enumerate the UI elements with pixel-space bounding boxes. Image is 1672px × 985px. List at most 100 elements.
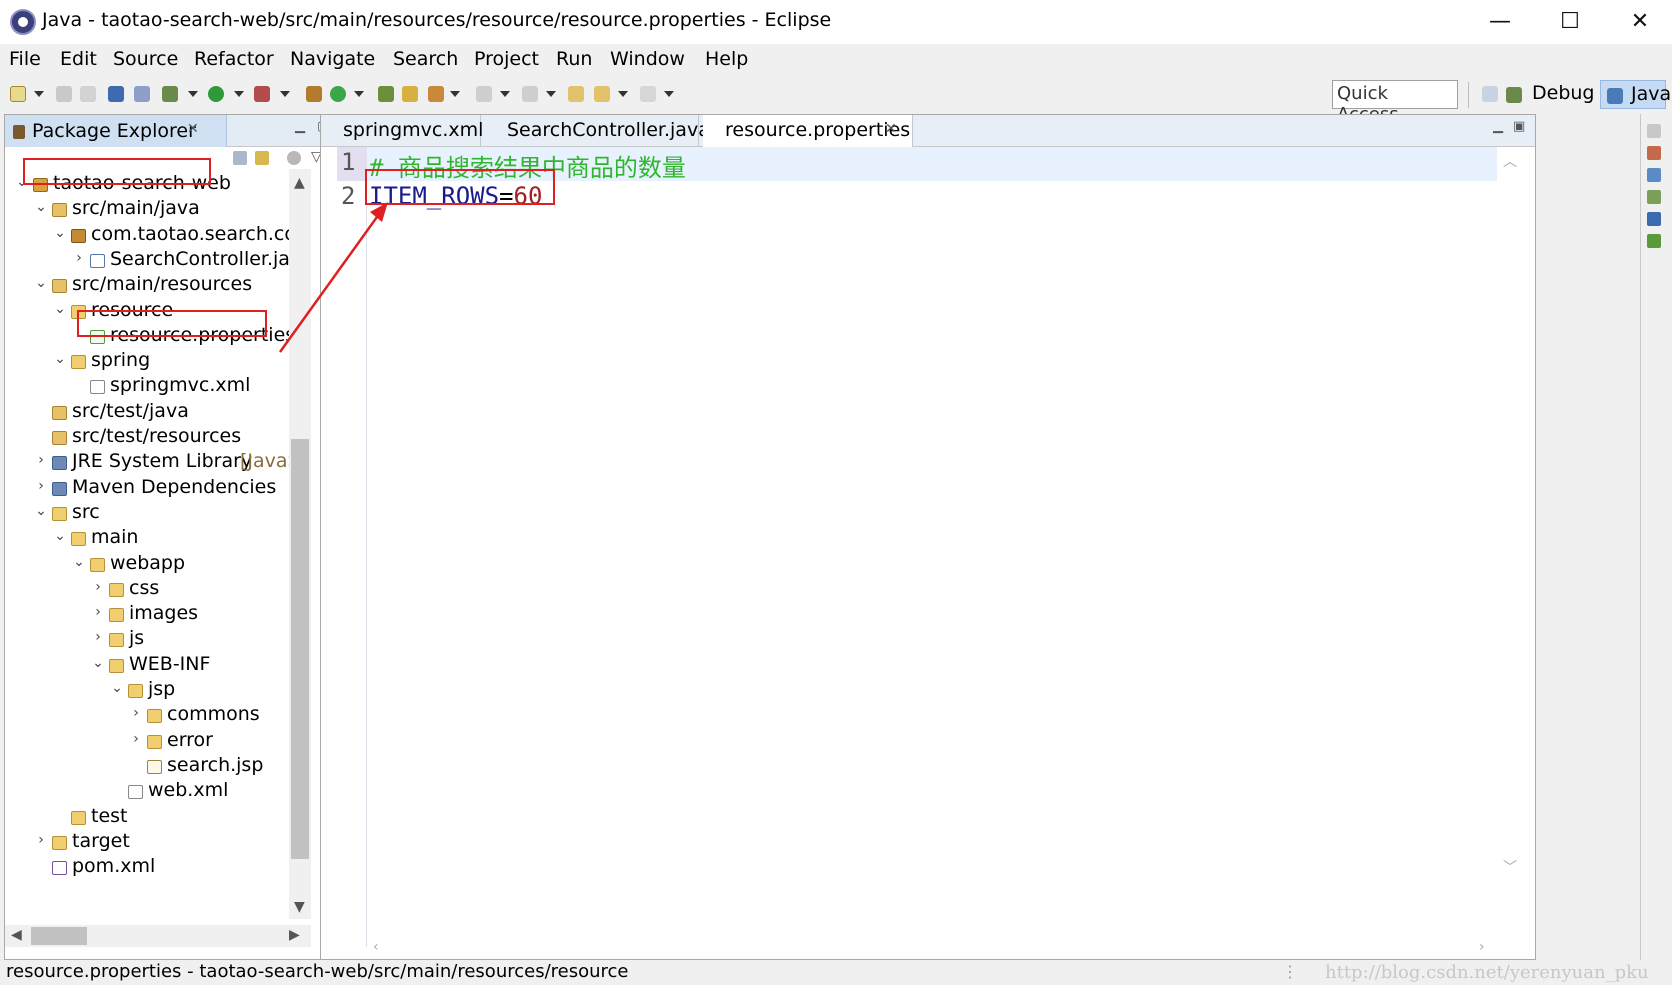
expanded-chevron-icon[interactable]: ⌄ <box>34 275 48 291</box>
forward-dropdown-icon[interactable] <box>664 91 674 97</box>
package-explorer-horizontal-scrollbar[interactable]: ◀ ▶ <box>5 925 311 947</box>
next-annotation-dropdown-icon[interactable] <box>500 91 510 97</box>
expanded-chevron-icon[interactable]: ⌄ <box>53 351 67 367</box>
tree-item[interactable]: ⌄ src/main/java <box>5 196 311 223</box>
back-dropdown-icon[interactable] <box>618 91 628 97</box>
expanded-chevron-icon[interactable]: ⌄ <box>53 528 67 544</box>
junit-icon[interactable] <box>1647 234 1661 248</box>
run-icon[interactable] <box>208 86 224 102</box>
task-list-icon[interactable] <box>1647 146 1661 160</box>
tree-item[interactable]: ⌄ spring <box>5 348 311 375</box>
tree-item[interactable]: ⌄ main <box>5 525 311 552</box>
search-dropdown-icon[interactable] <box>450 91 460 97</box>
minimize-view-icon[interactable]: ▁ <box>295 119 305 134</box>
menu-search[interactable]: Search <box>393 48 458 70</box>
tree-item[interactable]: src/test/java <box>5 399 311 426</box>
restore-editor-icon[interactable]: ▣ <box>1513 119 1525 134</box>
tree-item[interactable]: ⌄ webapp <box>5 551 311 578</box>
java-perspective-button[interactable]: Java <box>1600 80 1671 109</box>
filter-icon[interactable] <box>287 151 301 165</box>
maximize-button[interactable]: ☐ <box>1540 0 1600 44</box>
expanded-chevron-icon[interactable]: ⌄ <box>34 199 48 215</box>
collapsed-chevron-icon[interactable]: › <box>129 705 143 721</box>
menu-refactor[interactable]: Refactor <box>194 48 274 70</box>
collapsed-chevron-icon[interactable]: › <box>91 579 105 595</box>
menu-edit[interactable]: Edit <box>60 48 97 70</box>
tree-item[interactable]: web.xml <box>5 778 311 805</box>
tree-item[interactable]: › css <box>5 576 311 603</box>
tree-item[interactable]: ⌄ WEB-INF <box>5 652 311 679</box>
tree-item[interactable]: › SearchController.java <box>5 247 311 274</box>
console-icon[interactable] <box>1647 212 1661 226</box>
expanded-chevron-icon[interactable]: ⌄ <box>53 301 67 317</box>
tree-item[interactable]: › commons <box>5 702 311 729</box>
skip-breakpoints-icon[interactable] <box>134 86 150 102</box>
restore-icon[interactable] <box>1647 124 1661 138</box>
collapsed-chevron-icon[interactable]: › <box>34 452 48 468</box>
scroll-up-icon[interactable]: ︿ <box>1503 151 1517 171</box>
tree-item[interactable]: ⌄ src/main/resources <box>5 272 311 299</box>
menu-run[interactable]: Run <box>556 48 592 70</box>
editor-horizontal-scrollbar[interactable]: ‹ › <box>367 939 1497 959</box>
expanded-chevron-icon[interactable]: ⌄ <box>72 554 86 570</box>
scroll-right-icon[interactable]: ▶ <box>289 927 300 943</box>
save-all-icon[interactable] <box>80 86 96 102</box>
collapse-all-icon[interactable] <box>233 151 247 165</box>
new-java-package-icon[interactable] <box>306 86 322 102</box>
previous-annotation-icon[interactable] <box>522 86 538 102</box>
last-edit-location-icon[interactable] <box>568 86 584 102</box>
javadoc-icon[interactable] <box>1647 168 1661 182</box>
tree-item[interactable]: ⌄ com.taotao.search.control <box>5 222 311 249</box>
collapsed-chevron-icon[interactable]: › <box>34 832 48 848</box>
menu-project[interactable]: Project <box>474 48 539 70</box>
tree-item[interactable]: pom.xml <box>5 854 311 881</box>
expanded-chevron-icon[interactable]: ⌄ <box>53 225 67 241</box>
package-explorer-vertical-scrollbar[interactable]: ▲ ▼ <box>289 169 311 919</box>
declaration-icon[interactable] <box>1647 190 1661 204</box>
open-task-icon[interactable] <box>402 86 418 102</box>
code-editor[interactable]: 1 2 # 商品搜索结果中商品的数量 ITEM_ROWS=60 <box>337 147 1497 947</box>
tree-item[interactable]: › images <box>5 601 311 628</box>
menu-file[interactable]: File <box>9 48 41 70</box>
run-dropdown-icon[interactable] <box>234 91 244 97</box>
scroll-up-icon[interactable]: ▲ <box>294 175 305 191</box>
minimize-button[interactable]: — <box>1470 0 1530 44</box>
tree-item[interactable]: search.jsp <box>5 753 311 780</box>
collapsed-chevron-icon[interactable]: › <box>91 629 105 645</box>
scroll-down-icon[interactable]: ▼ <box>294 899 305 915</box>
external-tools-dropdown-icon[interactable] <box>280 91 290 97</box>
search-icon[interactable] <box>428 86 444 102</box>
back-icon[interactable] <box>594 86 610 102</box>
collapsed-chevron-icon[interactable]: › <box>129 731 143 747</box>
scroll-left-icon[interactable]: ◀ <box>11 927 22 943</box>
tree-item[interactable]: › error <box>5 728 311 755</box>
tab-resource-properties[interactable]: resource.properties ✕ <box>703 115 913 147</box>
save-icon[interactable] <box>56 86 72 102</box>
horizontal-scroll-thumb[interactable] <box>31 927 87 945</box>
collapsed-chevron-icon[interactable]: › <box>34 478 48 494</box>
menu-navigate[interactable]: Navigate <box>290 48 375 70</box>
vertical-scroll-thumb[interactable] <box>291 439 309 859</box>
debug-dropdown-icon[interactable] <box>188 91 198 97</box>
next-annotation-icon[interactable] <box>476 86 492 102</box>
tree-item[interactable]: › target <box>5 829 311 856</box>
open-perspective-icon[interactable] <box>1482 86 1498 102</box>
close-window-button[interactable]: ✕ <box>1610 0 1670 44</box>
external-tools-icon[interactable] <box>254 86 270 102</box>
scroll-right-icon[interactable]: › <box>1479 939 1485 955</box>
scroll-down-icon[interactable]: ﹀ <box>1503 857 1517 877</box>
debug-icon[interactable] <box>162 86 178 102</box>
new-icon[interactable] <box>10 86 26 102</box>
tree-item[interactable]: › Maven Dependencies <box>5 475 311 502</box>
collapsed-chevron-icon[interactable]: › <box>72 250 86 266</box>
new-dropdown-icon[interactable] <box>34 91 44 97</box>
collapsed-chevron-icon[interactable]: › <box>91 604 105 620</box>
debug-perspective-button[interactable]: Debug <box>1506 80 1594 109</box>
menu-window[interactable]: Window <box>610 48 685 70</box>
quick-access-input[interactable]: Quick Access <box>1332 80 1458 125</box>
tree-item[interactable]: ›JRE System Library[JavaSE-1 <box>5 449 311 476</box>
tree-item[interactable]: test <box>5 804 311 831</box>
expanded-chevron-icon[interactable]: ⌄ <box>110 680 124 696</box>
open-type-icon[interactable] <box>378 86 394 102</box>
tab-searchcontroller-java[interactable]: SearchController.java <box>485 115 710 147</box>
